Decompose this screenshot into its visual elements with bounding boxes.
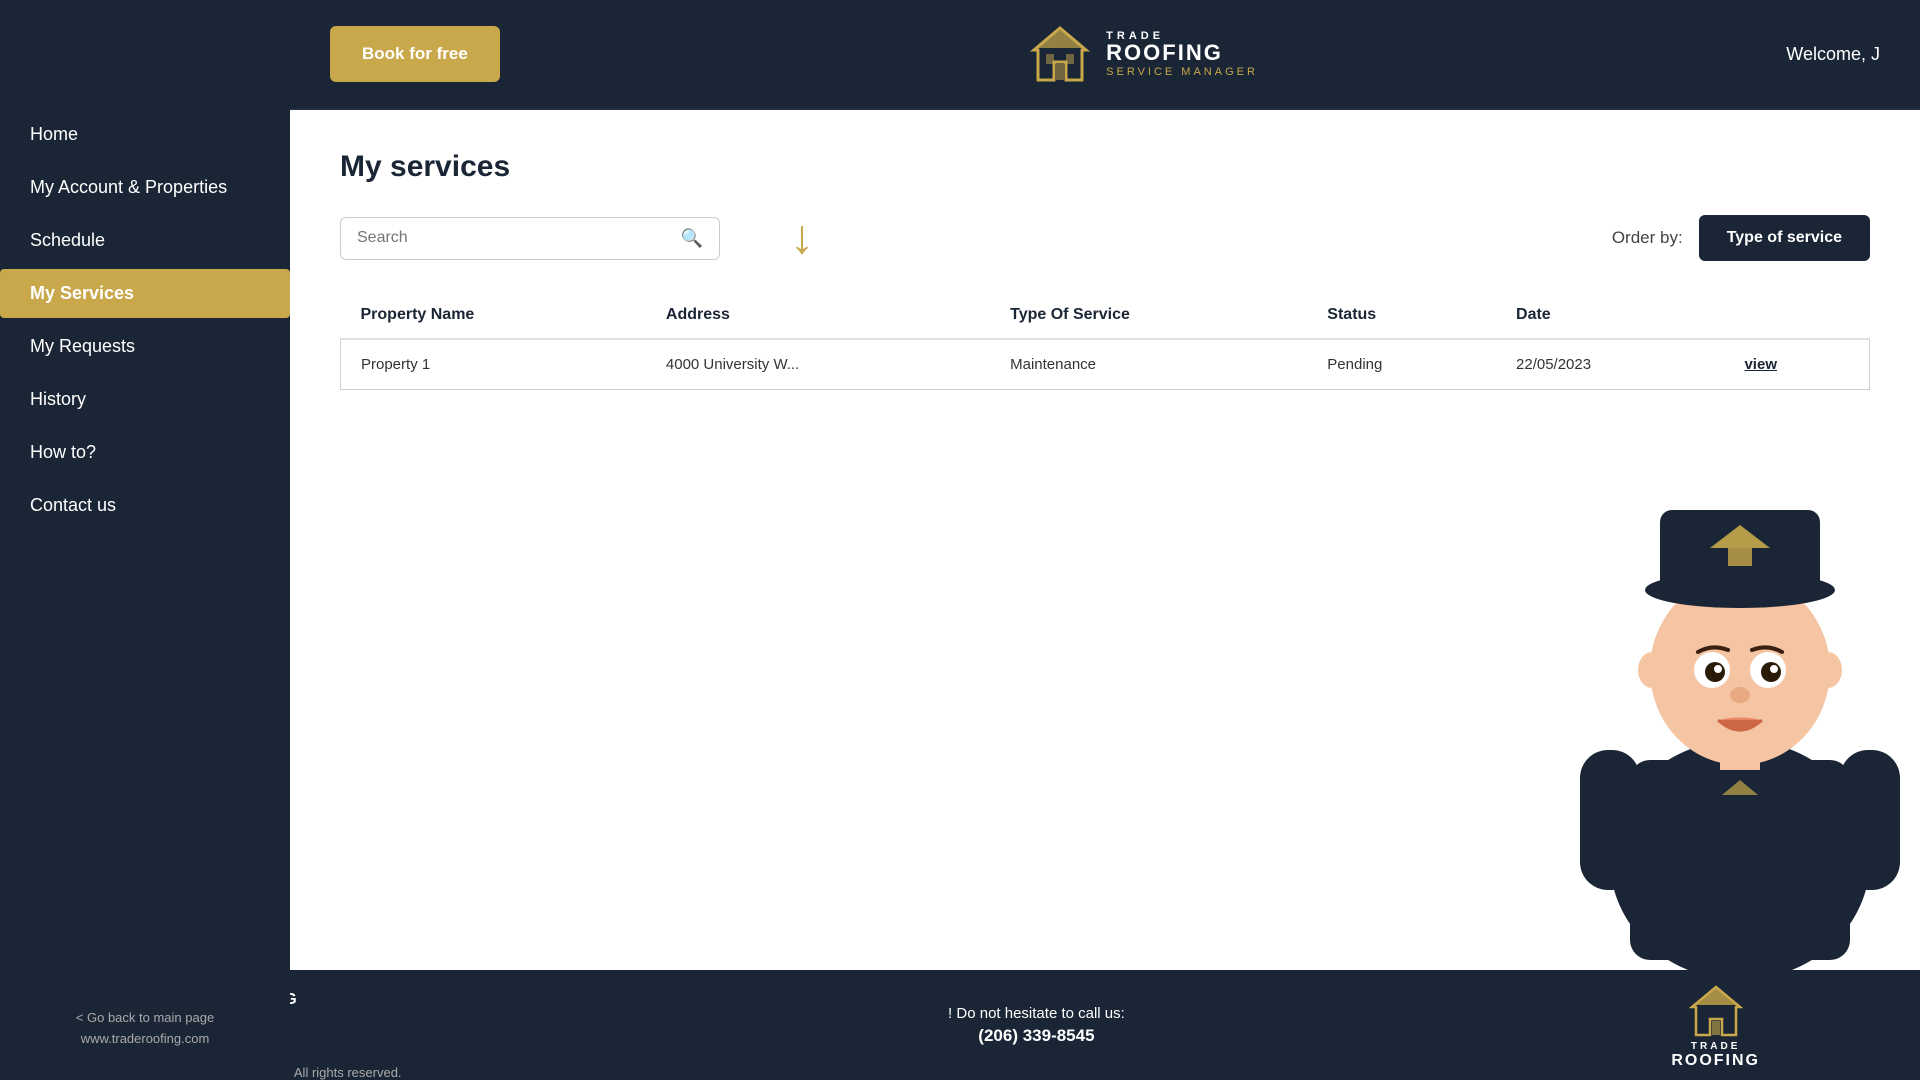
logo-area: TRADE ROOFING SERVICE MANAGER xyxy=(1028,22,1258,86)
topbar: Book for free TRADE ROOFING SERVICE MANA… xyxy=(290,0,1920,110)
search-input[interactable] xyxy=(357,229,673,247)
cell-status: Pending xyxy=(1307,339,1496,390)
col-type-of-service: Type Of Service xyxy=(990,292,1307,339)
col-action xyxy=(1724,292,1869,339)
order-area: Order by: Type of service xyxy=(1612,215,1870,261)
main-content: My services 🔍 ↓ Order by: Type of servic… xyxy=(290,110,1920,970)
footer-right: TRADE ROOFING xyxy=(1671,981,1760,1070)
footer-phone: (206) 339-8545 xyxy=(978,1026,1094,1046)
order-by-button[interactable]: Type of service xyxy=(1699,215,1870,261)
sidebar-item-my-account[interactable]: My Account & Properties xyxy=(0,163,290,212)
mascot-character xyxy=(1560,430,1920,970)
cell-property-name: Property 1 xyxy=(341,339,646,390)
view-link[interactable]: view xyxy=(1744,356,1777,373)
sidebar-item-schedule[interactable]: Schedule xyxy=(0,216,290,265)
logo-service-text: SERVICE MANAGER xyxy=(1106,66,1258,78)
footer-center: ! Do not hesitate to call us: (206) 339-… xyxy=(948,1005,1125,1046)
sidebar-url: www.traderoofing.com xyxy=(30,1029,260,1050)
cell-date: 22/05/2023 xyxy=(1496,339,1724,390)
page-title: My services xyxy=(340,150,1870,184)
col-status: Status xyxy=(1307,292,1496,339)
sidebar-footer: < Go back to main page www.traderoofing.… xyxy=(0,988,290,1080)
table-row: Property 1 4000 University W... Maintena… xyxy=(341,339,1870,390)
footer-right-logo-icon xyxy=(1686,981,1746,1041)
footer-right-roofing: ROOFING xyxy=(1671,1052,1760,1070)
sidebar-item-my-requests[interactable]: My Requests xyxy=(0,322,290,371)
cell-address: 4000 University W... xyxy=(646,339,990,390)
sidebar-item-home[interactable]: Home xyxy=(0,110,290,159)
services-table: Property Name Address Type Of Service St… xyxy=(340,292,1870,390)
cell-action[interactable]: view xyxy=(1724,339,1869,390)
sidebar: Home My Account & Properties Schedule My… xyxy=(0,0,290,1080)
sidebar-item-history[interactable]: History xyxy=(0,375,290,424)
book-for-free-button[interactable]: Book for free xyxy=(330,26,500,82)
sort-arrow-icon: ↓ xyxy=(790,214,814,262)
sidebar-item-contact-us[interactable]: Contact us xyxy=(0,481,290,530)
toolbar: 🔍 ↓ Order by: Type of service xyxy=(340,214,1870,262)
col-date: Date xyxy=(1496,292,1724,339)
logo-roofing-text: ROOFING xyxy=(1106,42,1258,64)
col-property-name: Property Name xyxy=(341,292,646,339)
sidebar-back-link[interactable]: < Go back to main page xyxy=(30,1008,260,1029)
cell-type-of-service: Maintenance xyxy=(990,339,1307,390)
order-label: Order by: xyxy=(1612,228,1683,248)
sidebar-item-how-to[interactable]: How to? xyxy=(0,428,290,477)
footer-call-label: ! Do not hesitate to call us: xyxy=(948,1005,1125,1022)
sidebar-item-my-services[interactable]: My Services xyxy=(0,269,290,318)
col-address: Address xyxy=(646,292,990,339)
search-box: 🔍 xyxy=(340,217,720,260)
welcome-text: Welcome, J xyxy=(1786,44,1880,65)
logo-icon xyxy=(1028,22,1092,86)
footer-right-trade: TRADE xyxy=(1691,1041,1740,1052)
table-header-row: Property Name Address Type Of Service St… xyxy=(341,292,1870,339)
search-icon: 🔍 xyxy=(681,228,703,249)
sidebar-nav: Home My Account & Properties Schedule My… xyxy=(0,110,290,988)
